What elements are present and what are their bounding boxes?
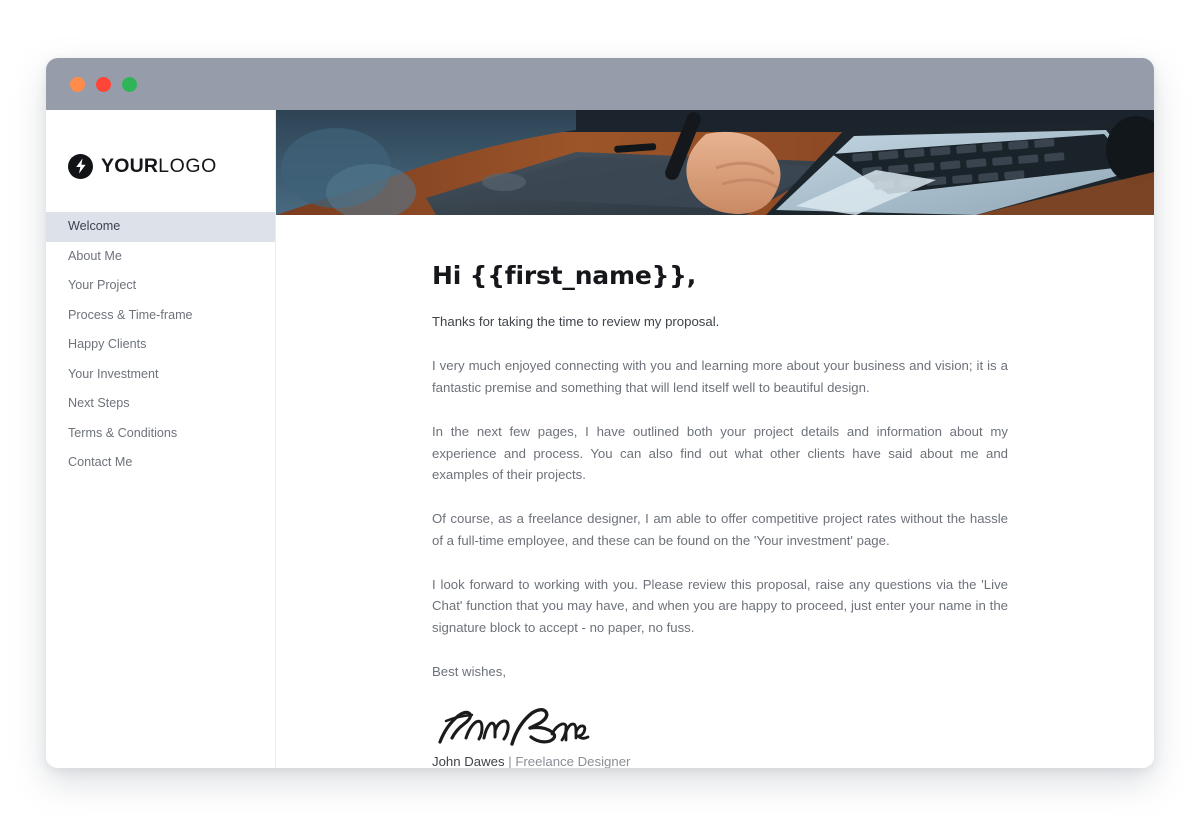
sidebar-item-terms-and-conditions[interactable]: Terms & Conditions bbox=[46, 419, 275, 449]
window-titlebar bbox=[46, 58, 1154, 110]
close-button-icon[interactable] bbox=[70, 77, 85, 92]
traffic-lights bbox=[70, 77, 137, 92]
proposal-document: Hi {{first_name}}, Thanks for taking the… bbox=[276, 215, 1154, 768]
signature-block: John Dawes | Freelance Designer www.john… bbox=[432, 704, 1008, 768]
intro-paragraph: Thanks for taking the time to review my … bbox=[432, 314, 720, 329]
signer-role: Freelance Designer bbox=[515, 754, 631, 768]
sidebar-item-process-and-time-frame[interactable]: Process & Time-frame bbox=[46, 301, 275, 331]
minimize-button-icon[interactable] bbox=[96, 77, 111, 92]
signer-name: John Dawes bbox=[432, 754, 505, 768]
brand-logo[interactable]: YOURLOGO bbox=[46, 110, 275, 186]
hero-image bbox=[276, 110, 1154, 215]
sidebar: YOURLOGO Welcome About Me Your Project P… bbox=[46, 110, 276, 768]
body-paragraph-1: I very much enjoyed connecting with you … bbox=[432, 358, 1008, 395]
body-paragraph-4: I look forward to working with you. Plea… bbox=[432, 577, 1008, 635]
brand-logo-text-light: LOGO bbox=[158, 154, 217, 177]
page-title: Hi {{first_name}}, bbox=[432, 261, 697, 290]
sidebar-nav: Welcome About Me Your Project Process & … bbox=[46, 212, 275, 478]
body-paragraph-3: Of course, as a freelance designer, I am… bbox=[432, 511, 1008, 548]
main-panel: Hi {{first_name}}, Thanks for taking the… bbox=[276, 110, 1154, 768]
lightning-bolt-icon bbox=[68, 153, 93, 179]
signer-separator: | bbox=[504, 754, 516, 768]
handwritten-signature-icon bbox=[432, 704, 1008, 750]
sidebar-item-about-me[interactable]: About Me bbox=[46, 242, 275, 272]
body-paragraph-2: In the next few pages, I have outlined b… bbox=[432, 424, 1008, 482]
sidebar-item-your-investment[interactable]: Your Investment bbox=[46, 360, 275, 390]
sidebar-item-happy-clients[interactable]: Happy Clients bbox=[46, 330, 275, 360]
sidebar-item-next-steps[interactable]: Next Steps bbox=[46, 389, 275, 419]
window-content: YOURLOGO Welcome About Me Your Project P… bbox=[46, 110, 1154, 768]
screenshot-root: YOURLOGO Welcome About Me Your Project P… bbox=[0, 0, 1200, 825]
signer-name-line: John Dawes | Freelance Designer bbox=[432, 752, 1008, 768]
browser-window: YOURLOGO Welcome About Me Your Project P… bbox=[46, 58, 1154, 768]
brand-logo-text-bold: YOUR bbox=[101, 154, 159, 177]
sidebar-item-contact-me[interactable]: Contact Me bbox=[46, 448, 275, 478]
closing-salutation: Best wishes, bbox=[432, 664, 507, 680]
brand-logo-text: YOURLOGO bbox=[101, 155, 217, 178]
sidebar-item-your-project[interactable]: Your Project bbox=[46, 271, 275, 301]
maximize-button-icon[interactable] bbox=[122, 77, 137, 92]
sidebar-item-welcome[interactable]: Welcome bbox=[46, 212, 275, 242]
